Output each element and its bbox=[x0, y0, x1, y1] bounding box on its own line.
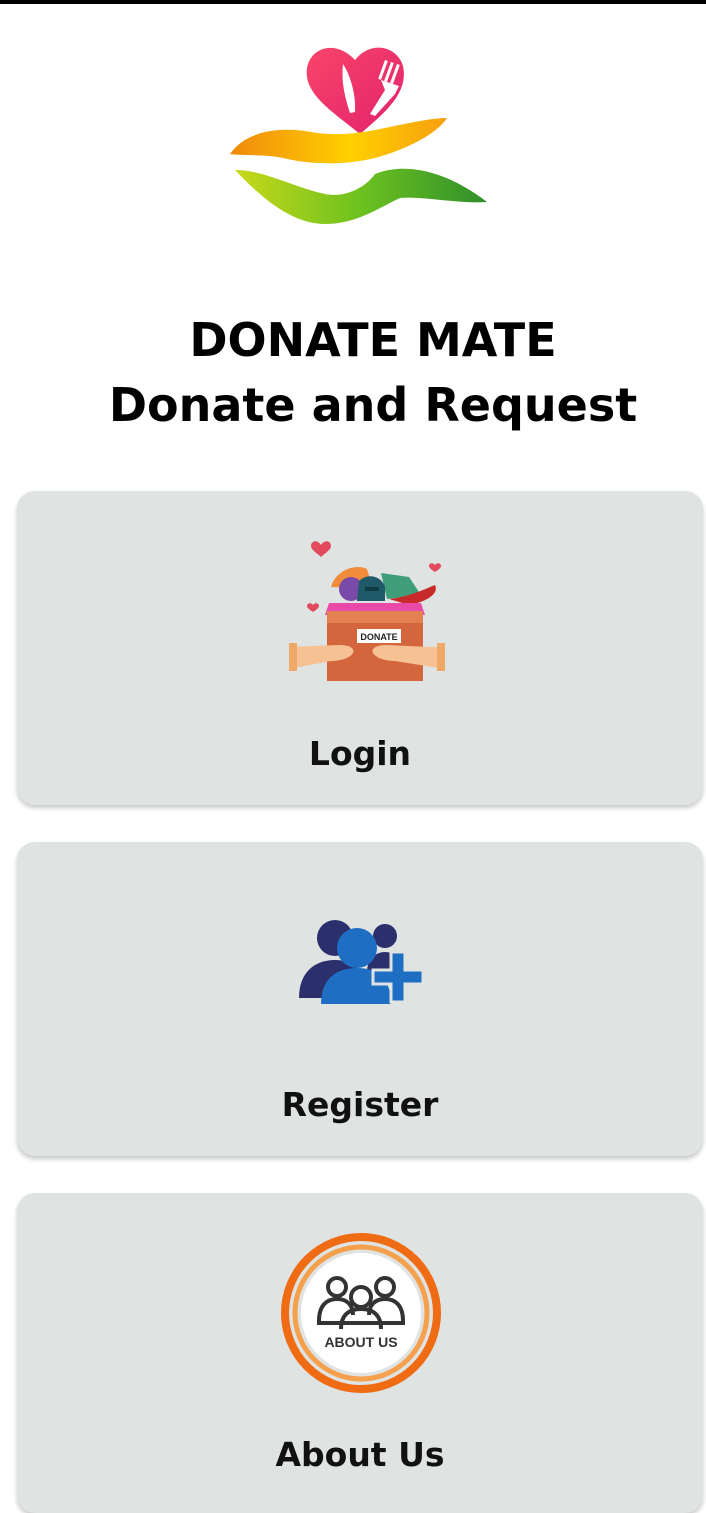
about-us-emblem-text: ABOUT US bbox=[324, 1334, 397, 1350]
about-us-card[interactable]: ABOUT US About Us bbox=[17, 1193, 703, 1513]
add-user-group-icon bbox=[299, 920, 425, 1004]
donate-box-label: DONATE bbox=[360, 632, 397, 642]
app-subtitle: Donate and Request bbox=[108, 378, 638, 432]
donate-mate-logo bbox=[230, 47, 487, 224]
login-card[interactable]: DONATE Login bbox=[17, 491, 703, 805]
about-us-icon: ABOUT US bbox=[281, 1233, 441, 1393]
register-card[interactable]: Register bbox=[17, 842, 703, 1156]
register-label: Register bbox=[281, 1085, 439, 1124]
about-us-label: About Us bbox=[275, 1435, 445, 1474]
app-title: DONATE MATE bbox=[189, 313, 557, 367]
status-bar bbox=[0, 0, 706, 4]
login-label: Login bbox=[308, 734, 412, 773]
donation-box-icon: DONATE bbox=[289, 541, 445, 681]
